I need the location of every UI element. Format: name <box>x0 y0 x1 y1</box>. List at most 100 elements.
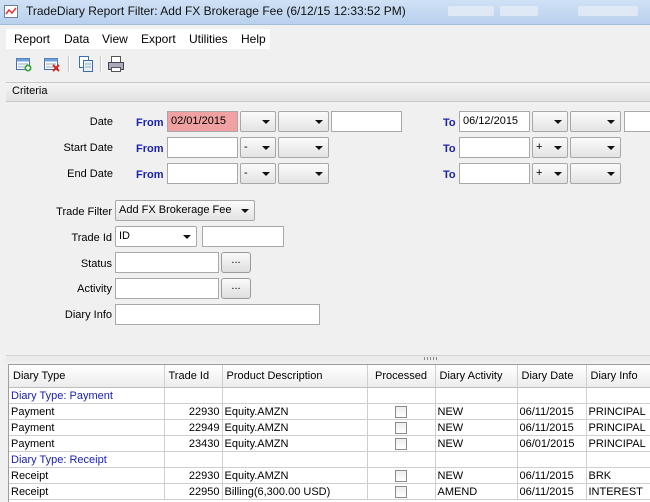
date-from-sign-select[interactable] <box>240 111 276 132</box>
processed-checkbox[interactable] <box>395 485 407 498</box>
date-to-input[interactable]: 06/12/2015 <box>459 111 530 132</box>
end-date-label: End Date <box>67 168 113 180</box>
status-browse-button[interactable]: ... <box>221 252 251 273</box>
trade-id-label: Trade Id <box>71 232 112 244</box>
cell-diary-type: Payment <box>9 435 165 452</box>
column-header-diary-info[interactable]: Diary Info <box>586 365 650 388</box>
chevron-down-icon <box>241 209 249 213</box>
title-bar: TradeDiary Report Filter: Add FX Brokera… <box>0 0 650 25</box>
trade-id-input[interactable] <box>202 226 284 247</box>
cell-product: Equity.AMZN <box>222 467 368 484</box>
cell-date: 06/01/2015 <box>517 435 587 452</box>
date-from-offset-input[interactable] <box>331 111 402 132</box>
processed-checkbox[interactable] <box>395 469 407 482</box>
start-date-to-sign-select[interactable]: + <box>532 137 568 158</box>
date-to-period-select[interactable] <box>570 111 621 132</box>
table-row[interactable]: Payment 22930 Equity.AMZN NEW 06/11/2015… <box>9 403 650 420</box>
status-label: Status <box>80 258 112 270</box>
group-row[interactable]: Diary Type: Payment <box>9 387 650 404</box>
start-date-from-period-select[interactable] <box>278 137 329 158</box>
end-date-to-sign-select[interactable]: + <box>532 163 568 184</box>
column-header-product-description[interactable]: Product Description <box>222 365 368 388</box>
menu-help[interactable]: Help <box>241 32 266 46</box>
table-row[interactable]: Payment 23430 Equity.AMZN NEW 06/01/2015… <box>9 435 650 452</box>
chevron-down-icon <box>554 120 562 124</box>
activity-browse-button[interactable]: ... <box>221 278 251 299</box>
copy-icon[interactable] <box>77 55 95 73</box>
cell-product: Equity.AMZN <box>222 435 368 452</box>
end-date-from-input[interactable] <box>167 163 238 184</box>
date-from-period-select[interactable] <box>278 111 329 132</box>
date-from-input[interactable]: 02/01/2015 <box>167 111 238 132</box>
delete-report-icon[interactable] <box>43 55 61 73</box>
chevron-down-icon <box>262 120 270 124</box>
cell-date: 06/11/2015 <box>517 483 587 500</box>
add-report-icon[interactable] <box>15 55 33 73</box>
start-date-from-input[interactable] <box>167 137 238 158</box>
column-header-processed[interactable]: Processed <box>367 365 436 388</box>
empty-cell <box>222 451 368 468</box>
menu-export[interactable]: Export <box>141 32 176 46</box>
app-icon <box>4 5 18 18</box>
group-row[interactable]: Diary Type: Receipt <box>9 451 650 468</box>
menu-utilities[interactable]: Utilities <box>189 32 228 46</box>
date-to-offset-input[interactable] <box>624 111 650 132</box>
column-header-diary-type[interactable]: Diary Type <box>9 365 165 388</box>
cell-info: PRINCIPAL <box>586 435 650 452</box>
cell-activity: NEW <box>435 467 518 484</box>
chevron-down-icon <box>607 146 615 150</box>
empty-cell <box>164 451 223 468</box>
start-date-to-input[interactable] <box>459 137 530 158</box>
menu-view[interactable]: View <box>102 32 128 46</box>
splitter-grip-icon[interactable] <box>424 357 438 360</box>
print-icon[interactable] <box>107 55 125 73</box>
column-header-trade-id[interactable]: Trade Id <box>164 365 223 388</box>
end-date-to-input[interactable] <box>459 163 530 184</box>
trade-filter-label: Trade Filter <box>56 206 112 218</box>
titlebar-ghost <box>500 6 538 16</box>
end-date-to-period-select[interactable] <box>570 163 621 184</box>
empty-cell <box>435 387 518 404</box>
cell-activity: NEW <box>435 403 518 420</box>
column-header-diary-activity[interactable]: Diary Activity <box>435 365 518 388</box>
table-row[interactable]: Receipt 22930 Equity.AMZN NEW 06/11/2015… <box>9 467 650 484</box>
processed-checkbox[interactable] <box>395 437 407 450</box>
end-date-to-label: To <box>443 169 456 181</box>
table-row[interactable]: Receipt 22950 Billing(6,300.00 USD) AMEN… <box>9 483 650 500</box>
status-input[interactable] <box>115 252 219 273</box>
start-date-to-sign-value: + <box>536 141 543 153</box>
cell-info: INTEREST <box>586 483 650 500</box>
diary-info-input[interactable] <box>115 304 320 325</box>
cell-product: Equity.AMZN <box>222 403 368 420</box>
processed-checkbox[interactable] <box>395 421 407 434</box>
start-date-to-label: To <box>443 143 456 155</box>
group-title: Diary Type: Receipt <box>9 451 165 468</box>
results-grid: Diary Type Trade Id Product Description … <box>8 364 650 502</box>
end-date-from-period-select[interactable] <box>278 163 329 184</box>
processed-checkbox[interactable] <box>395 405 407 418</box>
cell-processed <box>367 403 436 420</box>
start-date-to-period-select[interactable] <box>570 137 621 158</box>
table-row[interactable]: Payment 22949 Equity.AMZN NEW 06/11/2015… <box>9 419 650 436</box>
trade-id-type-select[interactable]: ID <box>115 226 197 247</box>
empty-cell <box>435 451 518 468</box>
activity-input[interactable] <box>115 278 219 299</box>
chevron-down-icon <box>607 120 615 124</box>
toolbar-separator <box>68 56 70 72</box>
trade-filter-select[interactable]: Add FX Brokerage Fee <box>115 200 255 221</box>
toolbar-separator <box>100 56 102 72</box>
trade-filter-value: Add FX Brokerage Fee <box>119 204 232 216</box>
start-date-from-sign-select[interactable]: - <box>240 137 276 158</box>
end-date-from-sign-select[interactable]: - <box>240 163 276 184</box>
date-to-sign-select[interactable] <box>532 111 568 132</box>
cell-processed <box>367 435 436 452</box>
cell-diary-type: Receipt <box>9 483 165 500</box>
activity-label: Activity <box>77 283 112 295</box>
start-date-label: Start Date <box>63 142 113 154</box>
menu-report[interactable]: Report <box>14 32 50 46</box>
menu-data[interactable]: Data <box>64 32 89 46</box>
column-header-diary-date[interactable]: Diary Date <box>517 365 587 388</box>
panel-splitter[interactable] <box>6 355 650 362</box>
date-label: Date <box>89 116 113 128</box>
cell-trade-id: 22949 <box>164 419 223 436</box>
